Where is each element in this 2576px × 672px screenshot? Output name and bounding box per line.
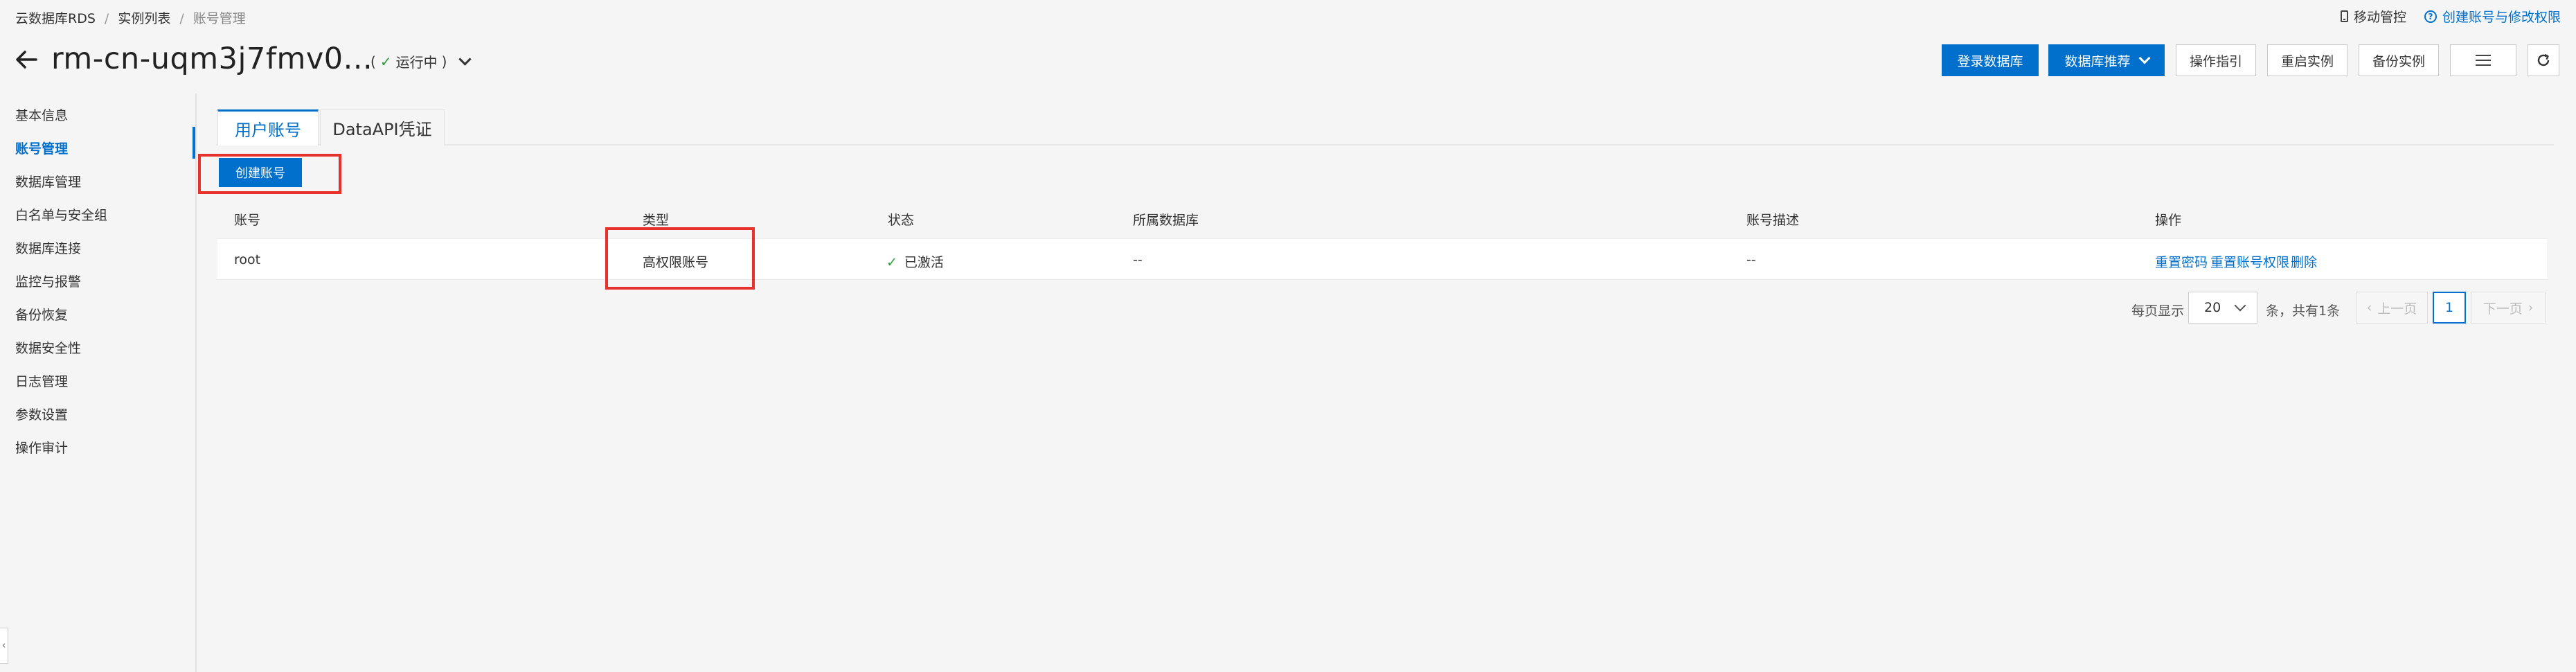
operation-guide-button[interactable]: 操作指引	[2176, 44, 2256, 76]
breadcrumb-item-current: 账号管理	[193, 11, 246, 26]
column-header-account: 账号	[234, 213, 261, 228]
highlight-box-type	[605, 227, 755, 290]
cell-status: ✓ 已激活	[886, 255, 944, 270]
status-check-icon: ✓	[379, 53, 392, 70]
sidebar-item-monitoring[interactable]: 监控与报警	[15, 272, 81, 290]
tab-dataapi-credentials[interactable]: DataAPI凭证	[320, 109, 445, 145]
sidebar-item-security[interactable]: 数据安全性	[15, 338, 81, 357]
refresh-icon	[2537, 53, 2550, 67]
chevron-left-icon: ‹	[2366, 300, 2372, 315]
breadcrumb-item-rds[interactable]: 云数据库RDS	[15, 11, 96, 26]
column-header-description: 账号描述	[1746, 213, 1800, 228]
tabs-divider	[216, 144, 2554, 145]
mobile-control-link[interactable]: 移动管控	[2340, 7, 2406, 26]
help-icon: ?	[2424, 10, 2437, 23]
status-text: 运行中	[395, 54, 438, 71]
restart-instance-button[interactable]: 重启实例	[2267, 44, 2347, 76]
sidebar-item-audit[interactable]: 操作审计	[15, 438, 68, 457]
instance-status[interactable]: ( ✓ 运行中 )	[370, 51, 472, 71]
page-number-current[interactable]: 1	[2433, 292, 2466, 324]
reset-password-link[interactable]: 重置密码	[2155, 252, 2208, 271]
sidebar-item-backup[interactable]: 备份恢复	[15, 305, 68, 324]
help-link[interactable]: ? 创建账号与修改权限	[2424, 7, 2561, 26]
highlight-box-create	[198, 154, 341, 194]
help-link-label: 创建账号与修改权限	[2442, 10, 2561, 25]
page-size-select[interactable]: 20	[2188, 292, 2257, 324]
cell-description: --	[1746, 252, 1756, 267]
cell-account: root	[234, 252, 261, 267]
sidebar-collapse-handle[interactable]: ‹	[0, 628, 8, 664]
mobile-control-label: 移动管控	[2353, 10, 2406, 25]
menu-icon	[2476, 55, 2491, 66]
sidebar-item-basic-info[interactable]: 基本信息	[15, 105, 68, 124]
tab-user-accounts[interactable]: 用户账号	[217, 109, 319, 145]
sidebar-item-accounts[interactable]: 账号管理	[15, 139, 68, 157]
sidebar: 基本信息 账号管理 数据库管理 白名单与安全组 数据库连接 监控与报警 备份恢复…	[0, 94, 197, 672]
prev-page-button[interactable]: ‹ 上一页	[2356, 292, 2428, 324]
column-header-type: 类型	[643, 213, 670, 228]
check-icon: ✓	[886, 255, 897, 270]
database-recommend-button[interactable]: 数据库推荐	[2048, 44, 2165, 76]
sidebar-item-whitelist[interactable]: 白名单与安全组	[15, 205, 107, 224]
backup-instance-button[interactable]: 备份实例	[2359, 44, 2439, 76]
column-header-database: 所属数据库	[1133, 213, 1199, 228]
cell-database: --	[1133, 252, 1143, 267]
column-header-status: 状态	[888, 213, 915, 228]
total-count-text: 条，共有1条	[2266, 303, 2341, 319]
chevron-right-icon: ›	[2528, 300, 2534, 315]
reset-permissions-link[interactable]: 重置账号权限	[2210, 252, 2289, 271]
back-arrow-icon[interactable]	[12, 46, 40, 73]
chevron-down-icon	[458, 53, 472, 66]
column-header-actions: 操作	[2155, 213, 2182, 228]
instance-title: rm-cn-uqm3j7fmv0...	[51, 42, 373, 76]
sidebar-item-parameters[interactable]: 参数设置	[15, 405, 68, 423]
next-page-button[interactable]: 下一页 ›	[2471, 292, 2546, 324]
top-right-links: 移动管控 ? 创建账号与修改权限	[2340, 7, 2561, 26]
refresh-button[interactable]	[2528, 44, 2559, 76]
sidebar-item-logs[interactable]: 日志管理	[15, 371, 68, 390]
chevron-down-icon	[2234, 299, 2246, 312]
login-database-button[interactable]: 登录数据库	[1942, 44, 2039, 76]
sidebar-item-connection[interactable]: 数据库连接	[15, 238, 81, 257]
breadcrumb: 云数据库RDS / 实例列表 / 账号管理	[15, 11, 246, 26]
more-menu-button[interactable]	[2450, 44, 2516, 76]
sidebar-item-databases[interactable]: 数据库管理	[15, 172, 81, 191]
mobile-icon	[2340, 10, 2348, 22]
chevron-down-icon	[2138, 52, 2150, 64]
breadcrumb-item-instances[interactable]: 实例列表	[118, 11, 170, 26]
sidebar-active-indicator	[193, 127, 195, 159]
delete-link[interactable]: 删除	[2291, 252, 2317, 271]
per-page-label: 每页显示	[2131, 303, 2185, 319]
